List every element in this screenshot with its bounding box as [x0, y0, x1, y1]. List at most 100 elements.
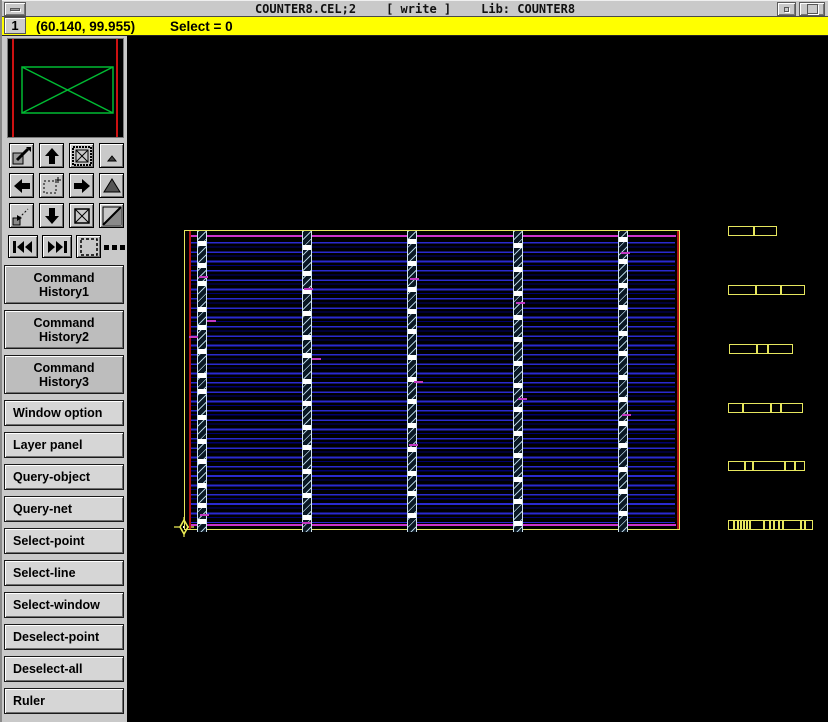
command-button-column: Command History1 Command History2 Comman…: [2, 265, 127, 714]
net-label-mark: [409, 444, 418, 446]
select-window-button[interactable]: Select-window: [4, 592, 124, 618]
layer-panel-button[interactable]: Layer panel: [4, 432, 124, 458]
overview-thumbnail-icon: [8, 39, 123, 137]
view-next-button[interactable]: [42, 235, 72, 258]
view-previous-button[interactable]: [8, 235, 38, 258]
bus-tap-symbol: [728, 226, 777, 236]
cursor-coordinates: (60.140, 99.955): [36, 19, 135, 34]
maximize-button[interactable]: [799, 2, 825, 16]
deselect-point-button[interactable]: Deselect-point: [4, 624, 124, 650]
window-title: COUNTER8.CEL;2 [ write ] Lib: COUNTER8: [2, 2, 828, 16]
contact-block: [619, 305, 627, 310]
net-label-mark: [199, 276, 208, 278]
query-object-button[interactable]: Query-object: [4, 464, 124, 490]
bus-tap-divider: [782, 521, 784, 529]
contact-block: [408, 447, 416, 452]
net-label-mark: [207, 320, 216, 322]
zoom-out-small-button[interactable]: [99, 143, 124, 168]
more-options-button[interactable]: [104, 245, 125, 250]
contact-block: [303, 401, 311, 406]
pan-down-button[interactable]: [39, 203, 64, 228]
deselect-all-button[interactable]: Deselect-all: [4, 656, 124, 682]
window-menu-icon: [10, 8, 20, 11]
net-label-mark: [312, 358, 321, 360]
zoom-window-button[interactable]: [39, 173, 64, 198]
command-history3-button[interactable]: Command History3: [4, 355, 124, 394]
bus-tap-divider: [780, 404, 782, 412]
bus-tap-divider: [773, 521, 775, 529]
delete-box-button[interactable]: [69, 143, 94, 168]
contact-block: [408, 491, 416, 496]
overview-panel[interactable]: [7, 38, 124, 138]
contact-block: [408, 287, 416, 292]
contact-block: [408, 329, 416, 334]
bus-tap-divider: [769, 521, 771, 529]
title-filename: COUNTER8.CEL;2: [255, 2, 356, 16]
contact-block: [619, 397, 627, 402]
contact-block: [198, 483, 206, 488]
up-arrow-icon: [41, 145, 63, 167]
window-menu-button[interactable]: [4, 2, 26, 16]
ruler-button[interactable]: Ruler: [4, 688, 124, 714]
pan-right-button[interactable]: [69, 173, 94, 198]
left-arrow-icon: [11, 175, 33, 197]
zoom-in-big-button[interactable]: [99, 173, 124, 198]
bus-tap-divider: [746, 521, 748, 529]
bus-tap-divider: [763, 521, 765, 529]
contact-block: [408, 239, 416, 244]
bus-tap-divider: [756, 345, 758, 353]
command-history2-button[interactable]: Command History2: [4, 310, 124, 349]
contact-block: [514, 477, 522, 482]
contact-block: [303, 445, 311, 450]
net-label-mark: [302, 522, 311, 524]
net-label-mark: [516, 302, 525, 304]
layout-canvas[interactable]: [129, 36, 828, 722]
net-label-mark: [200, 514, 209, 516]
contact-block: [198, 263, 206, 268]
boundary-line: [190, 524, 676, 526]
contact-block: [303, 353, 311, 358]
pan-up-button[interactable]: [39, 143, 64, 168]
marquee-button[interactable]: [76, 235, 101, 258]
contact-block: [619, 489, 627, 494]
edit-button[interactable]: [9, 143, 34, 168]
edit-icon: [11, 145, 33, 167]
select-line-button[interactable]: Select-line: [4, 560, 124, 586]
maximize-icon: [807, 4, 818, 14]
cell-boundary: [184, 230, 680, 530]
bus-tap-divider: [804, 521, 806, 529]
contact-block: [408, 399, 416, 404]
contact-block: [198, 459, 206, 464]
contact-block: [514, 383, 522, 388]
iconify-button[interactable]: [777, 2, 796, 16]
boxed-x-icon: [71, 145, 93, 167]
contact-block: [514, 267, 522, 272]
contact-block: [198, 349, 206, 354]
contact-block: [198, 439, 206, 444]
select-point-button[interactable]: Select-point: [4, 528, 124, 554]
bus-tap-divider: [794, 462, 796, 470]
contact-block: [619, 443, 627, 448]
command-history1-button[interactable]: Command History1: [4, 265, 124, 304]
contact-block: [514, 431, 522, 436]
contact-block: [514, 453, 522, 458]
shrink-icon: [11, 205, 33, 227]
bus-tap-divider: [755, 286, 757, 294]
net-label-mark: [410, 278, 419, 280]
contact-block: [514, 499, 522, 504]
contact-block: [514, 291, 522, 296]
box-x-button[interactable]: [69, 203, 94, 228]
shrink-view-button[interactable]: [9, 203, 34, 228]
contact-block: [408, 471, 416, 476]
pan-left-button[interactable]: [9, 173, 34, 198]
bus-tap-divider: [753, 227, 755, 235]
bus-tap-divider: [744, 462, 746, 470]
fill-corner-button[interactable]: [99, 203, 124, 228]
window-option-button[interactable]: Window option: [4, 400, 124, 426]
well-edge-line: [677, 231, 679, 529]
contact-block: [198, 307, 206, 312]
contact-block: [303, 469, 311, 474]
bus-tap-divider: [743, 521, 745, 529]
bus-tap-divider: [752, 462, 754, 470]
query-net-button[interactable]: Query-net: [4, 496, 124, 522]
